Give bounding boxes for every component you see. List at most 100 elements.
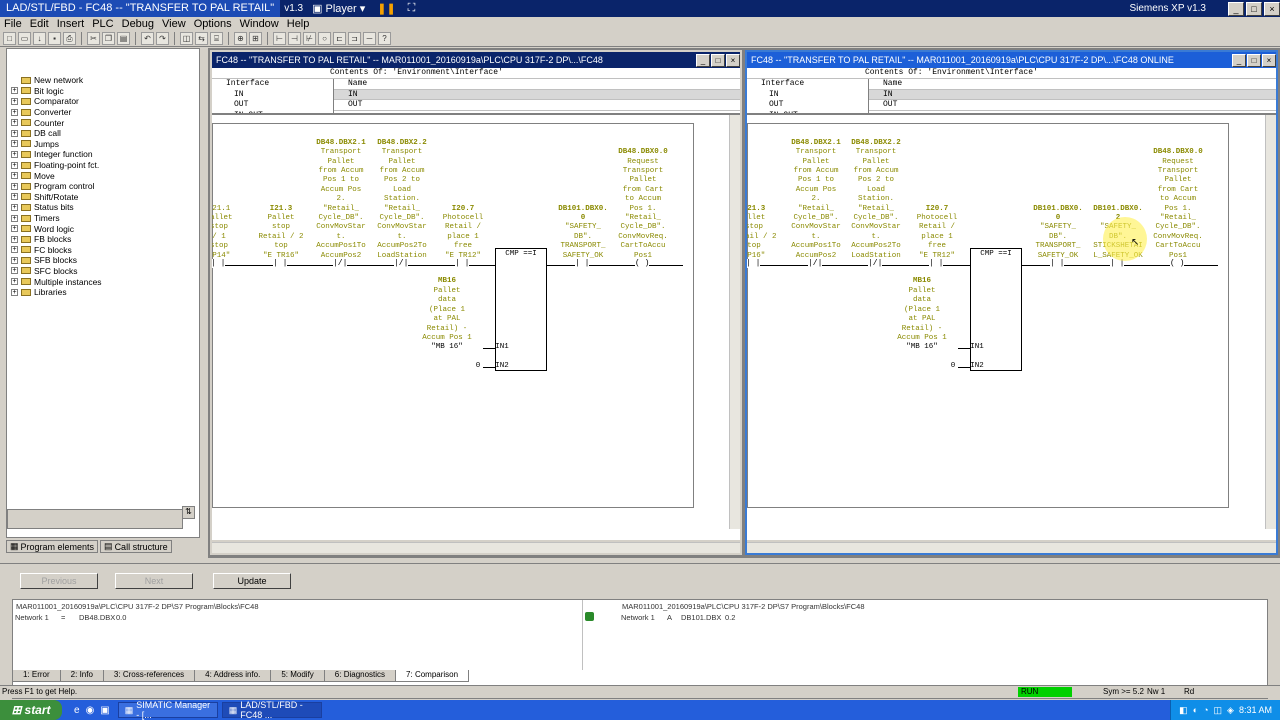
details-tab[interactable]: 3: Cross-references	[102, 670, 196, 682]
contact-nc-icon[interactable]: |/|	[868, 259, 883, 268]
save-icon[interactable]: ▪	[48, 32, 61, 45]
tree-item[interactable]: + Shift/Rotate	[11, 192, 199, 203]
ie-icon[interactable]: e	[74, 705, 80, 716]
coil-icon[interactable]: ○	[318, 32, 331, 45]
compare-block[interactable]	[970, 248, 1022, 371]
vertical-scrollbar[interactable]	[729, 115, 740, 529]
expand-icon[interactable]: +	[11, 288, 18, 296]
menu-plc[interactable]: PLC	[88, 18, 117, 30]
tree-item[interactable]: + Jumps	[11, 139, 199, 150]
monitor-icon[interactable]: ◫	[180, 32, 193, 45]
horizontal-scrollbar[interactable]	[212, 542, 740, 553]
redo-icon[interactable]: ↷	[156, 32, 169, 45]
interface-tree[interactable]: InterfaceINOUTIN_OUT	[747, 79, 869, 113]
contact-nc-icon[interactable]: |/|	[333, 259, 348, 268]
menu-edit[interactable]: Edit	[26, 18, 53, 30]
compare-block[interactable]	[495, 248, 547, 371]
expand-icon[interactable]: +	[11, 87, 18, 95]
menu-window[interactable]: Window	[236, 18, 283, 30]
tree-item[interactable]: + Bit logic	[11, 86, 199, 97]
comparison-list[interactable]: MAR011001_20160919a\PLC\CPU 317F-2 DP\S7…	[12, 599, 1268, 699]
fullscreen-button[interactable]: ⛶	[405, 1, 419, 16]
expand-icon[interactable]: +	[11, 119, 18, 127]
interface-grid[interactable]: Name IN OUT	[869, 79, 1276, 113]
network-1[interactable]: I21.1 pallet stop / 1 stop TP14"| |I21.3…	[212, 123, 694, 508]
expand-icon[interactable]: +	[11, 172, 18, 180]
editor-window-online[interactable]: FC48 -- "TRANSFER TO PAL RETAIL" -- MAR0…	[745, 50, 1278, 555]
tree-item[interactable]: + SFC blocks	[11, 266, 199, 277]
cut-icon[interactable]: ✂	[87, 32, 100, 45]
interface-grid-row[interactable]: OUT	[334, 100, 740, 111]
open-icon[interactable]: ▭	[18, 32, 31, 45]
details-tab[interactable]: 4: Address info.	[194, 670, 272, 682]
contact-no-icon[interactable]: | |	[929, 259, 944, 268]
interface-tree-item[interactable]: Interface	[212, 79, 333, 90]
contact-no-icon[interactable]: ⊣	[288, 32, 301, 45]
next-button[interactable]: Next	[115, 573, 193, 589]
expand-icon[interactable]: +	[11, 129, 18, 137]
tree-item[interactable]: + Program control	[11, 181, 199, 192]
menu-help[interactable]: Help	[283, 18, 314, 30]
details-tab[interactable]: 6: Diagnostics	[323, 670, 397, 682]
task-lad-editor[interactable]: ▦ LAD/STL/FBD - FC48 ...	[221, 700, 322, 720]
network-icon[interactable]: ⊢	[273, 32, 286, 45]
details-tab[interactable]: 2: Info	[59, 670, 104, 682]
task-simatic-manager[interactable]: ▦ SIMATIC Manager - [...	[117, 700, 218, 720]
network-1[interactable]: I21.3allet stop Retail / 2 top TP16"| |D…	[747, 123, 1229, 508]
interface-grid[interactable]: Name IN OUT	[334, 79, 740, 113]
close-button[interactable]: ×	[1264, 1, 1280, 16]
contact-no-icon[interactable]: | |	[575, 259, 590, 268]
interface-tree-item[interactable]: IN	[212, 90, 333, 101]
interface-tree-item[interactable]: IN_OUT	[747, 111, 868, 114]
tab-program-elements[interactable]: ▦ Program elements	[6, 540, 99, 553]
expand-icon[interactable]: +	[11, 225, 18, 233]
player-button[interactable]: ▣ Player ▾	[309, 1, 368, 16]
coil-icon[interactable]: ( )	[635, 259, 650, 268]
tree-item[interactable]: + Status bits	[11, 202, 199, 213]
tree-item[interactable]: + Integer function	[11, 149, 199, 160]
contact-no-icon[interactable]: | |	[212, 259, 226, 268]
tree-item[interactable]: + Counter	[11, 117, 199, 128]
expand-icon[interactable]: +	[11, 235, 18, 243]
tray-icon[interactable]: ◔	[1203, 705, 1208, 715]
desktop-icon[interactable]: ▣	[100, 705, 109, 716]
tree-item[interactable]: + Timers	[11, 213, 199, 224]
contact-nc-icon[interactable]: |/|	[394, 259, 409, 268]
maximize-button[interactable]: □	[1246, 1, 1262, 16]
editor-window-offline[interactable]: FC48 -- "TRANSFER TO PAL RETAIL" -- MAR0…	[210, 50, 742, 555]
quicklaunch-icon[interactable]: ◉	[86, 705, 95, 716]
tree-item[interactable]: + Libraries	[11, 287, 199, 298]
tree-item[interactable]: + FB blocks	[11, 234, 199, 245]
horizontal-scrollbar[interactable]	[747, 542, 1276, 553]
expand-icon[interactable]: +	[11, 256, 18, 264]
expand-icon[interactable]: +	[11, 161, 18, 169]
branch-open-icon[interactable]: ⊏	[333, 32, 346, 45]
contact-no-icon[interactable]: | |	[455, 259, 470, 268]
interface-grid-row[interactable]: IN	[334, 89, 740, 100]
previous-button[interactable]: Previous	[20, 573, 98, 589]
expand-icon[interactable]: +	[11, 140, 18, 148]
menu-file[interactable]: File	[0, 18, 26, 30]
tree-item[interactable]: + FC blocks	[11, 245, 199, 256]
vertical-scrollbar[interactable]	[1265, 115, 1276, 529]
minimize-button[interactable]: _	[1228, 1, 1244, 16]
tray-icon[interactable]: ◧	[1179, 705, 1188, 716]
tray-icon[interactable]: ◐	[1193, 705, 1198, 715]
expand-icon[interactable]: +	[11, 108, 18, 116]
branch-close-icon[interactable]: ⊐	[348, 32, 361, 45]
tree-item[interactable]: + Multiple instances	[11, 276, 199, 287]
window-minimize-button[interactable]: _	[696, 53, 710, 67]
contact-nc-icon[interactable]: ⊬	[303, 32, 316, 45]
menu-debug[interactable]: Debug	[118, 18, 158, 30]
overview-icon[interactable]: ⊞	[249, 32, 262, 45]
ladder-area[interactable]: I21.1 pallet stop / 1 stop TP14"| |I21.3…	[212, 115, 740, 540]
expand-icon[interactable]: +	[11, 246, 18, 254]
window-close-button[interactable]: ×	[1262, 53, 1276, 67]
menu-view[interactable]: View	[158, 18, 190, 30]
line-icon[interactable]: ─	[363, 32, 376, 45]
coil-icon[interactable]: ( )	[1170, 259, 1185, 268]
menu-options[interactable]: Options	[190, 18, 236, 30]
tree-item[interactable]: + Comparator	[11, 96, 199, 107]
tree-item[interactable]: + Word logic	[11, 223, 199, 234]
tree-item[interactable]: + DB call	[11, 128, 199, 139]
